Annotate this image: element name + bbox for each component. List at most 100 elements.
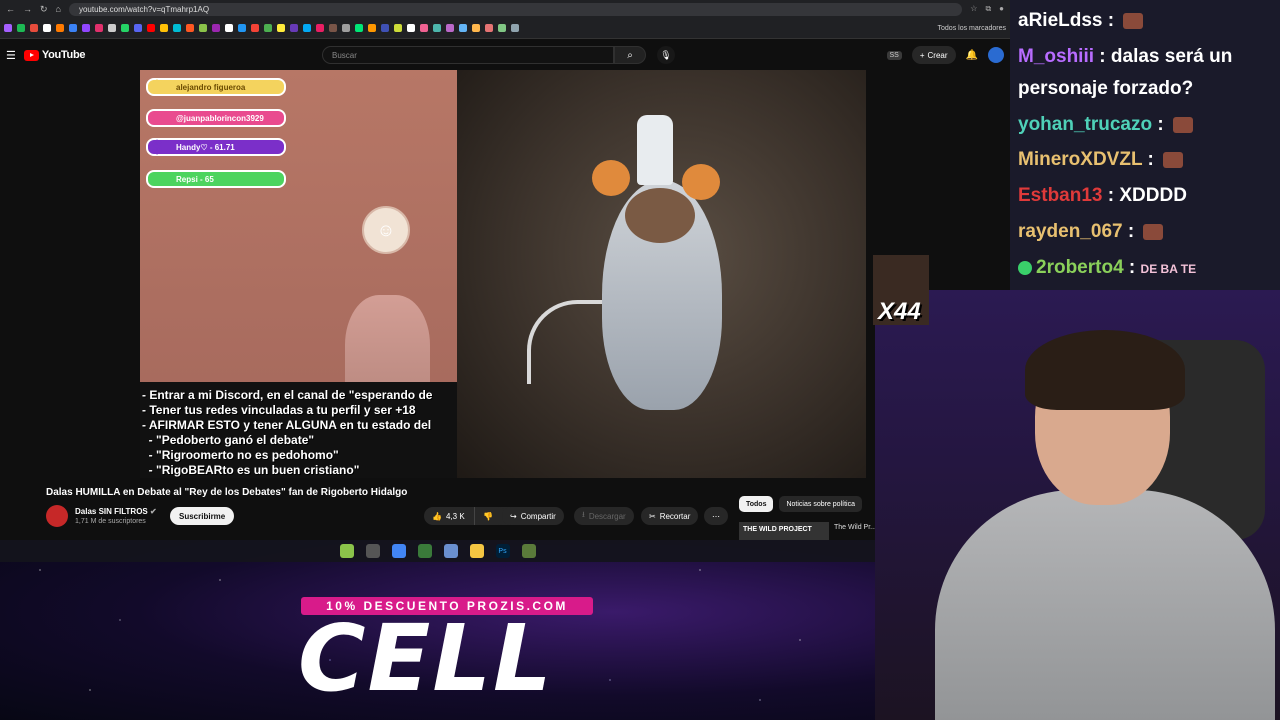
bookmark-icon[interactable] xyxy=(407,24,415,32)
share-button[interactable]: ↪ Compartir xyxy=(502,507,564,525)
bookmark-icon[interactable] xyxy=(251,24,259,32)
bookmark-icon[interactable] xyxy=(277,24,285,32)
bookmark-icon[interactable] xyxy=(264,24,272,32)
home-icon[interactable]: ⌂ xyxy=(56,4,61,14)
thumbs-up-icon: 👍 xyxy=(432,511,442,521)
youtube-logo[interactable]: YouTube xyxy=(23,49,86,61)
chat-overlay: aRieLdss : M_oshiii : dalas será un pers… xyxy=(1010,0,1280,290)
app-icon[interactable] xyxy=(443,544,458,558)
bookmark-icon[interactable] xyxy=(459,24,467,32)
bookmark-icon[interactable] xyxy=(160,24,168,32)
bookmark-icon[interactable] xyxy=(472,24,480,32)
hoodie-shape xyxy=(935,490,1275,720)
search-placeholder: Buscar xyxy=(332,50,357,60)
bookmark-icon[interactable] xyxy=(485,24,493,32)
more-actions-button[interactable]: ⋯ xyxy=(704,507,728,525)
bookmark-icon[interactable] xyxy=(147,24,155,32)
chat-message: M_oshiii : dalas será un xyxy=(1018,46,1233,67)
recommended-thumbnail[interactable]: THE WILD PROJECT xyxy=(739,522,829,540)
voice-search-button[interactable]: 🎙 xyxy=(657,46,675,64)
bookmark-icon[interactable] xyxy=(238,24,246,32)
chip-politics[interactable]: Noticias sobre política xyxy=(779,496,862,512)
bookmark-icon[interactable] xyxy=(381,24,389,32)
menu-icon[interactable]: ☰ xyxy=(6,49,16,62)
app-icon[interactable] xyxy=(365,544,380,558)
coins-icon: € xyxy=(151,168,162,189)
rule-line: - "RigoBEARto es un buen cristiano" xyxy=(142,463,360,477)
bookmark-icon[interactable] xyxy=(368,24,376,32)
bookmark-icon[interactable] xyxy=(394,24,402,32)
bookmark-icon[interactable] xyxy=(121,24,129,32)
chat-text: DE BA TE xyxy=(1140,262,1197,276)
bell-icon[interactable]: 🔔 xyxy=(966,50,978,61)
bookmark-icon[interactable] xyxy=(420,24,428,32)
bookmark-icon[interactable] xyxy=(134,24,142,32)
bookmark-icon[interactable] xyxy=(56,24,64,32)
app-icon[interactable] xyxy=(339,544,354,558)
channel-avatar[interactable] xyxy=(46,505,68,527)
extensions-icon[interactable]: ⧉ xyxy=(985,4,991,14)
chat-username: Estban13 xyxy=(1018,185,1103,206)
bookmark-icon[interactable] xyxy=(290,24,298,32)
clip-button[interactable]: ✂ Recortar xyxy=(641,507,699,525)
streamer-hair-shape xyxy=(1025,330,1185,410)
bookmark-icon[interactable] xyxy=(95,24,103,32)
chat-username: 2roberto4 xyxy=(1036,257,1124,278)
plus-icon: + xyxy=(919,50,925,60)
search-button[interactable]: ⌕ xyxy=(614,46,646,64)
subscribe-button[interactable]: Suscribirme xyxy=(170,507,235,525)
bookmark-icon[interactable] xyxy=(303,24,311,32)
bookmark-icon[interactable] xyxy=(212,24,220,32)
bookmark-icon[interactable] xyxy=(511,24,519,32)
user-avatar[interactable] xyxy=(988,47,1004,63)
bookmark-icon[interactable] xyxy=(43,24,51,32)
bookmark-icon[interactable] xyxy=(225,24,233,32)
cast-badge[interactable]: SS xyxy=(886,50,902,60)
photoshop-icon[interactable]: Ps xyxy=(495,544,510,558)
channel-name[interactable]: Dalas SIN FILTROS ✔ xyxy=(75,507,157,516)
bookmark-icon[interactable] xyxy=(498,24,506,32)
chat-username: aRieLdss xyxy=(1018,10,1103,31)
bookmark-icon[interactable] xyxy=(342,24,350,32)
bookmark-icon[interactable] xyxy=(173,24,181,32)
dollar-icon: $ xyxy=(151,136,162,157)
app-icon[interactable] xyxy=(521,544,536,558)
app-icon[interactable] xyxy=(417,544,432,558)
url-field[interactable]: youtube.com/watch?v=qTmahrp1AQ xyxy=(68,2,963,16)
chrome-icon[interactable] xyxy=(391,544,406,558)
star-icon[interactable]: ☆ xyxy=(970,4,977,14)
bookmark-icon[interactable] xyxy=(316,24,324,32)
bookmark-icon[interactable] xyxy=(199,24,207,32)
bookmark-icon[interactable] xyxy=(82,24,90,32)
bookmark-icon[interactable] xyxy=(4,24,12,32)
profile-icon[interactable]: ● xyxy=(999,4,1004,14)
forward-icon[interactable]: → xyxy=(23,4,32,14)
bookmark-icon[interactable] xyxy=(186,24,194,32)
bookmark-icon[interactable] xyxy=(108,24,116,32)
recommended-title[interactable]: The Wild Pr... xyxy=(834,524,876,531)
chat-message: rayden_067 : xyxy=(1018,221,1164,243)
all-bookmarks-label[interactable]: Todos los marcadores xyxy=(938,25,1006,32)
bookmark-icon[interactable] xyxy=(17,24,25,32)
browser-window: ← → ↻ ⌂ youtube.com/watch?v=qTmahrp1AQ ☆… xyxy=(0,0,1010,540)
bookmark-icon[interactable] xyxy=(355,24,363,32)
reload-icon[interactable]: ↻ xyxy=(40,4,48,15)
bookmark-icon[interactable] xyxy=(433,24,441,32)
create-button[interactable]: + Crear xyxy=(911,46,956,64)
share-icon: ↪ xyxy=(510,511,517,521)
bookmark-icon[interactable] xyxy=(30,24,38,32)
donor-badge: ♥ @juanpablorincon3929 xyxy=(146,108,286,128)
search-input[interactable]: Buscar xyxy=(322,46,614,64)
bookmark-icon[interactable] xyxy=(69,24,77,32)
rat-ear-shape xyxy=(592,160,630,196)
bookmark-icon[interactable] xyxy=(329,24,337,32)
folder-icon[interactable] xyxy=(469,544,484,558)
video-player[interactable]: ♛ alejandro figueroa ♥ @juanpablorincon392… xyxy=(140,70,866,478)
download-button[interactable]: ⭳ Descargar xyxy=(574,507,634,525)
chef-hat-shape xyxy=(637,115,673,185)
bookmark-icon[interactable] xyxy=(446,24,454,32)
back-icon[interactable]: ← xyxy=(6,4,15,14)
donor-badge: ♛ alejandro figueroa xyxy=(146,77,286,97)
chip-all[interactable]: Todos xyxy=(739,496,774,512)
rat-ear-shape xyxy=(682,164,720,200)
